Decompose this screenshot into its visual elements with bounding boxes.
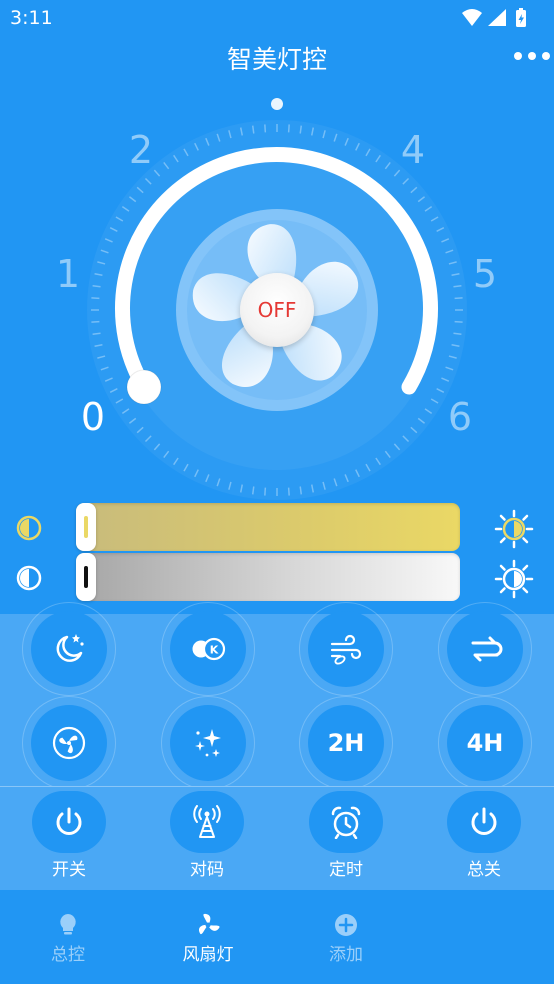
- status-icons: [460, 7, 540, 31]
- power-switch-button[interactable]: 开关: [19, 787, 119, 891]
- sparkle-icon: [195, 729, 221, 757]
- speed-knob: [126, 369, 162, 405]
- reverse-button[interactable]: [438, 602, 532, 696]
- more-options-button[interactable]: [512, 46, 554, 66]
- pairing-button[interactable]: 对码: [157, 787, 257, 891]
- status-time: 3:11: [10, 7, 53, 29]
- bulb-icon: [60, 914, 76, 935]
- sun-icon[interactable]: [494, 509, 534, 549]
- status-bar: 3:11: [0, 0, 554, 38]
- battery-icon: [516, 8, 526, 27]
- brightness-slider[interactable]: [76, 553, 460, 601]
- swing-mode-button[interactable]: [22, 696, 116, 790]
- slider-thumb[interactable]: [76, 503, 96, 551]
- timer-4h-label: 4H: [466, 729, 504, 757]
- mode-panel: K 2H 4H: [0, 602, 554, 790]
- color-temperature-slider[interactable]: [76, 503, 460, 551]
- nav-item-fan-light[interactable]: 风扇灯: [158, 906, 258, 966]
- dial-label-5: 5: [472, 252, 498, 296]
- power-off-button[interactable]: OFF: [240, 273, 314, 347]
- app-header: 智美灯控: [0, 38, 554, 78]
- power-icon: [471, 807, 497, 835]
- cell-signal-icon: [488, 9, 506, 26]
- natural-wind-button[interactable]: [299, 602, 393, 696]
- svg-text:K: K: [210, 644, 219, 657]
- fan-icon: [199, 913, 220, 935]
- nav-item-add[interactable]: 添加: [296, 906, 396, 966]
- timer-2h-button[interactable]: 2H: [299, 696, 393, 790]
- wind-icon: [330, 634, 362, 665]
- scene-mode-button[interactable]: [161, 696, 255, 790]
- add-circle-icon: [335, 914, 357, 936]
- nav-label-fan-light: 风扇灯: [182, 945, 234, 965]
- signal-tower-icon: [193, 805, 221, 838]
- color-toggle-icon: K: [192, 637, 226, 661]
- function-panel: 开关 对码 定时 总关: [0, 786, 554, 890]
- timer-2h-label: 2H: [327, 729, 365, 757]
- half-circle-icon: [14, 563, 44, 593]
- alarm-clock-icon: [331, 806, 361, 839]
- timer-button[interactable]: 定时: [296, 787, 396, 891]
- half-circle-icon: [14, 513, 44, 543]
- master-off-button[interactable]: 总关: [434, 787, 534, 891]
- nav-label-master-control: 总控: [51, 945, 85, 965]
- color-toggle-button[interactable]: K: [161, 602, 255, 696]
- nav-item-master-control[interactable]: 总控: [18, 906, 118, 966]
- dial-label-6: 6: [447, 395, 473, 439]
- bottom-nav: 总控 风扇灯 添加: [0, 890, 554, 984]
- fan-speed-dial[interactable]: 0 1 2 4 5 6 OFF: [0, 90, 554, 500]
- sun-icon[interactable]: [494, 559, 534, 599]
- more-dots-icon: [514, 52, 550, 60]
- dial-label-1: 1: [55, 252, 81, 296]
- dial-label-2: 2: [128, 128, 154, 172]
- pairing-label: 对码: [190, 860, 224, 880]
- page-title: 智美灯控: [226, 45, 327, 74]
- dial-label-0: 0: [80, 395, 106, 439]
- timer-4h-button[interactable]: 4H: [438, 696, 532, 790]
- power-icon: [56, 807, 82, 835]
- brightness-row: [0, 553, 554, 601]
- wifi-icon: [462, 9, 482, 26]
- cycle-icon: [471, 636, 503, 662]
- nav-label-add: 添加: [329, 945, 363, 965]
- slider-thumb[interactable]: [76, 553, 96, 601]
- fan-swing-icon: [52, 726, 86, 760]
- master-off-label: 总关: [467, 860, 501, 880]
- color-temperature-row: [0, 503, 554, 551]
- power-switch-label: 开关: [52, 860, 86, 880]
- sleep-mode-button[interactable]: [22, 602, 116, 696]
- dial-label-4: 4: [400, 128, 426, 172]
- timer-label: 定时: [329, 860, 363, 880]
- moon-stars-icon: [56, 634, 84, 662]
